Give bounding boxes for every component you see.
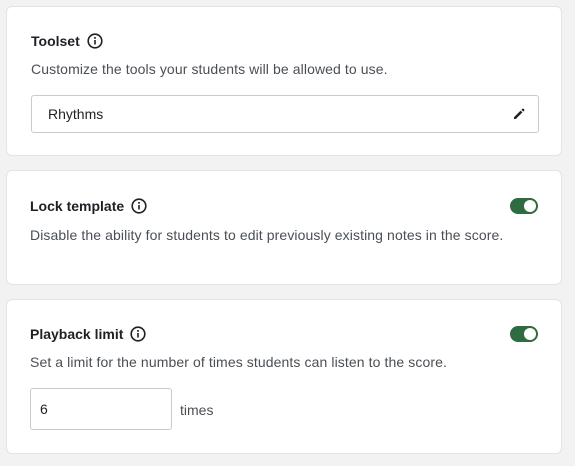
lock-template-title-row: Lock template bbox=[30, 196, 147, 216]
toolset-description: Customize the tools your students will b… bbox=[31, 61, 388, 77]
playback-limit-unit-label: times bbox=[180, 402, 214, 418]
info-icon[interactable] bbox=[130, 326, 146, 342]
toolset-title: Toolset bbox=[31, 33, 80, 49]
toolset-title-row: Toolset bbox=[31, 31, 103, 51]
info-icon[interactable] bbox=[131, 198, 147, 214]
playback-limit-description: Set a limit for the number of times stud… bbox=[30, 354, 447, 370]
toggle-knob bbox=[524, 328, 536, 340]
info-icon[interactable] bbox=[87, 33, 103, 49]
pencil-icon[interactable] bbox=[512, 107, 526, 121]
playback-limit-input[interactable] bbox=[30, 388, 172, 430]
playback-limit-title: Playback limit bbox=[30, 326, 124, 342]
playback-limit-card bbox=[6, 299, 562, 454]
toolset-selected-value: Rhythms bbox=[48, 106, 104, 122]
toolset-card: Toolset Customize the tools your student… bbox=[6, 6, 562, 156]
lock-template-description: Disable the ability for students to edit… bbox=[30, 227, 504, 243]
lock-template-title: Lock template bbox=[30, 198, 125, 214]
lock-template-toggle[interactable] bbox=[510, 198, 538, 214]
playback-limit-toggle[interactable] bbox=[510, 326, 538, 342]
playback-limit-title-row: Playback limit bbox=[30, 324, 146, 344]
toolset-selector[interactable]: Rhythms bbox=[31, 95, 539, 133]
toggle-knob bbox=[524, 200, 536, 212]
